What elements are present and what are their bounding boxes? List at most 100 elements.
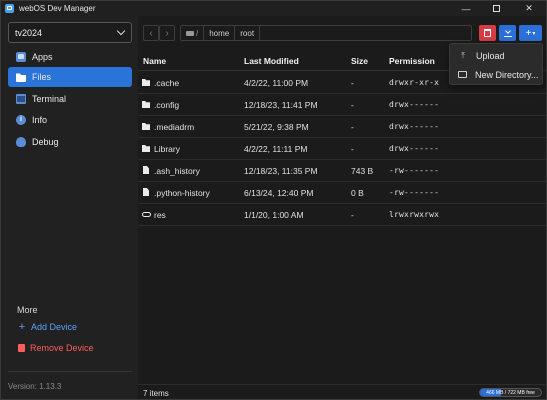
delete-button[interactable] [479,25,496,41]
file-permission: drwx------ [389,122,440,131]
menu-item-upload[interactable]: ⤒ Upload [450,46,542,65]
file-name: .python-history [154,188,210,198]
menu-item-label: New Directory... [475,69,539,80]
chevron-down-icon [116,26,126,36]
forward-button[interactable]: › [159,25,175,41]
file-size: 0 B [351,188,364,198]
folder-icon [142,101,150,108]
column-header-name[interactable]: Name [143,56,166,66]
file-size: - [351,210,354,220]
back-button[interactable]: ‹ [143,25,159,41]
app-window: webOS Dev Manager — ✕ tv2024 Apps Files … [0,0,547,400]
add-device-label: Add Device [31,322,78,332]
breadcrumb: / home root [180,25,472,41]
table-row[interactable]: .python-history 6/13/24, 12:40 PM 0 B -rw--… [138,182,546,204]
link-icon [142,212,151,217]
sidebar-item-label: Terminal [32,94,67,104]
file-permission: drwx------ [389,100,440,109]
info-icon: i [16,115,26,125]
device-select[interactable]: tv2024 [8,22,132,43]
add-dropdown-menu: ⤒ Upload New Directory... [449,43,543,85]
sidebar-item-info[interactable]: i Info [8,110,132,130]
breadcrumb-label: / [196,28,199,38]
file-size: - [351,122,354,132]
sidebar-item-files[interactable]: Files [8,67,132,87]
breadcrumb-root[interactable]: / [181,26,205,40]
sidebar-item-label: Files [32,72,52,82]
file-modified: 12/18/23, 11:35 PM [244,166,318,176]
file-name: .cache [154,78,180,88]
apps-icon [16,52,26,62]
file-permission: -rw------- [389,188,440,197]
column-header-modified[interactable]: Last Modified [244,56,299,66]
download-icon [503,29,512,37]
status-bar: 7 items 466 MB / 722 MB free [138,384,546,399]
file-permission: drwx------ [389,144,440,153]
sidebar-item-apps[interactable]: Apps [8,47,132,67]
bug-icon [16,137,26,147]
file-modified: 4/2/22, 11:00 PM [244,78,309,88]
plus-icon: + [18,321,26,333]
breadcrumb-home[interactable]: home [204,26,236,40]
minimize-button[interactable]: — [451,1,481,16]
add-menu-button[interactable]: + ▾ [519,25,542,41]
caret-down-icon: ▾ [532,30,536,37]
file-permission: drwxr-xr-x [389,78,440,87]
more-section-heading: More [17,305,38,315]
file-name: Library [154,144,180,154]
table-row[interactable]: .config 12/18/23, 11:41 PM - drwx------ [138,94,546,116]
column-header-permission[interactable]: Permission [389,56,435,66]
storage-text: 466 MB / 722 MB free [486,390,535,396]
file-size: - [351,78,354,88]
upload-icon: ⤒ [461,50,465,60]
file-icon [143,166,149,174]
breadcrumb-label: home [209,28,230,38]
file-name: .mediadrm [154,122,195,132]
trash-icon [484,29,491,37]
chevron-right-icon: › [165,27,169,39]
sidebar: tv2024 Apps Files Terminal i Info Debug … [2,16,138,399]
table-row[interactable]: res 1/1/20, 1:00 AM - lrwxrwxrwx [138,204,546,226]
file-name: .ash_history [154,166,200,176]
breadcrumb-label: root [240,28,255,38]
add-device-button[interactable]: + Add Device [17,321,77,333]
maximize-button[interactable] [481,1,511,16]
file-size: - [351,144,354,154]
table-row[interactable]: .ash_history 12/18/23, 11:35 PM 743 B -rw--… [138,160,546,182]
file-size: - [351,100,354,110]
column-header-size[interactable]: Size [351,56,368,66]
file-modified: 4/2/22, 11:11 PM [244,144,308,154]
menu-item-new-directory[interactable]: New Directory... [450,65,542,84]
sidebar-item-label: Apps [32,52,53,62]
menu-item-label: Upload [476,50,505,61]
download-button[interactable] [499,25,516,41]
maximize-icon [492,5,500,12]
storage-indicator: 466 MB / 722 MB free [479,388,542,397]
file-name: res [154,210,166,220]
sidebar-item-label: Info [32,115,48,125]
device-select-value: tv2024 [15,27,43,38]
sidebar-item-label: Debug [32,137,59,147]
table-row[interactable]: .mediadrm 5/21/22, 9:38 PM - drwx------ [138,116,546,138]
window-title: webOS Dev Manager [19,4,96,13]
sidebar-divider [8,371,132,372]
table-row[interactable]: Library 4/2/22, 11:11 PM - drwx------ [138,138,546,160]
close-button[interactable]: ✕ [514,1,544,16]
file-modified: 1/1/20, 1:00 AM [244,210,304,220]
plus-icon: + [525,27,532,39]
version-label: Version: 1.13.3 [8,382,62,391]
item-count: 7 items [143,389,169,398]
title-bar: webOS Dev Manager — ✕ [1,1,546,16]
terminal-icon [16,94,26,104]
sidebar-item-debug[interactable]: Debug [8,132,132,152]
app-logo-icon [5,4,14,13]
sidebar-item-terminal[interactable]: Terminal [8,89,132,109]
remove-device-label: Remove Device [30,343,94,353]
remove-device-button[interactable]: Remove Device [17,343,94,353]
folder-icon [142,145,150,152]
folder-icon [142,79,150,86]
drive-icon [186,30,194,36]
file-modified: 6/13/24, 12:40 PM [244,188,314,198]
breadcrumb-root-dir[interactable]: root [235,26,261,40]
new-folder-icon [458,71,467,78]
